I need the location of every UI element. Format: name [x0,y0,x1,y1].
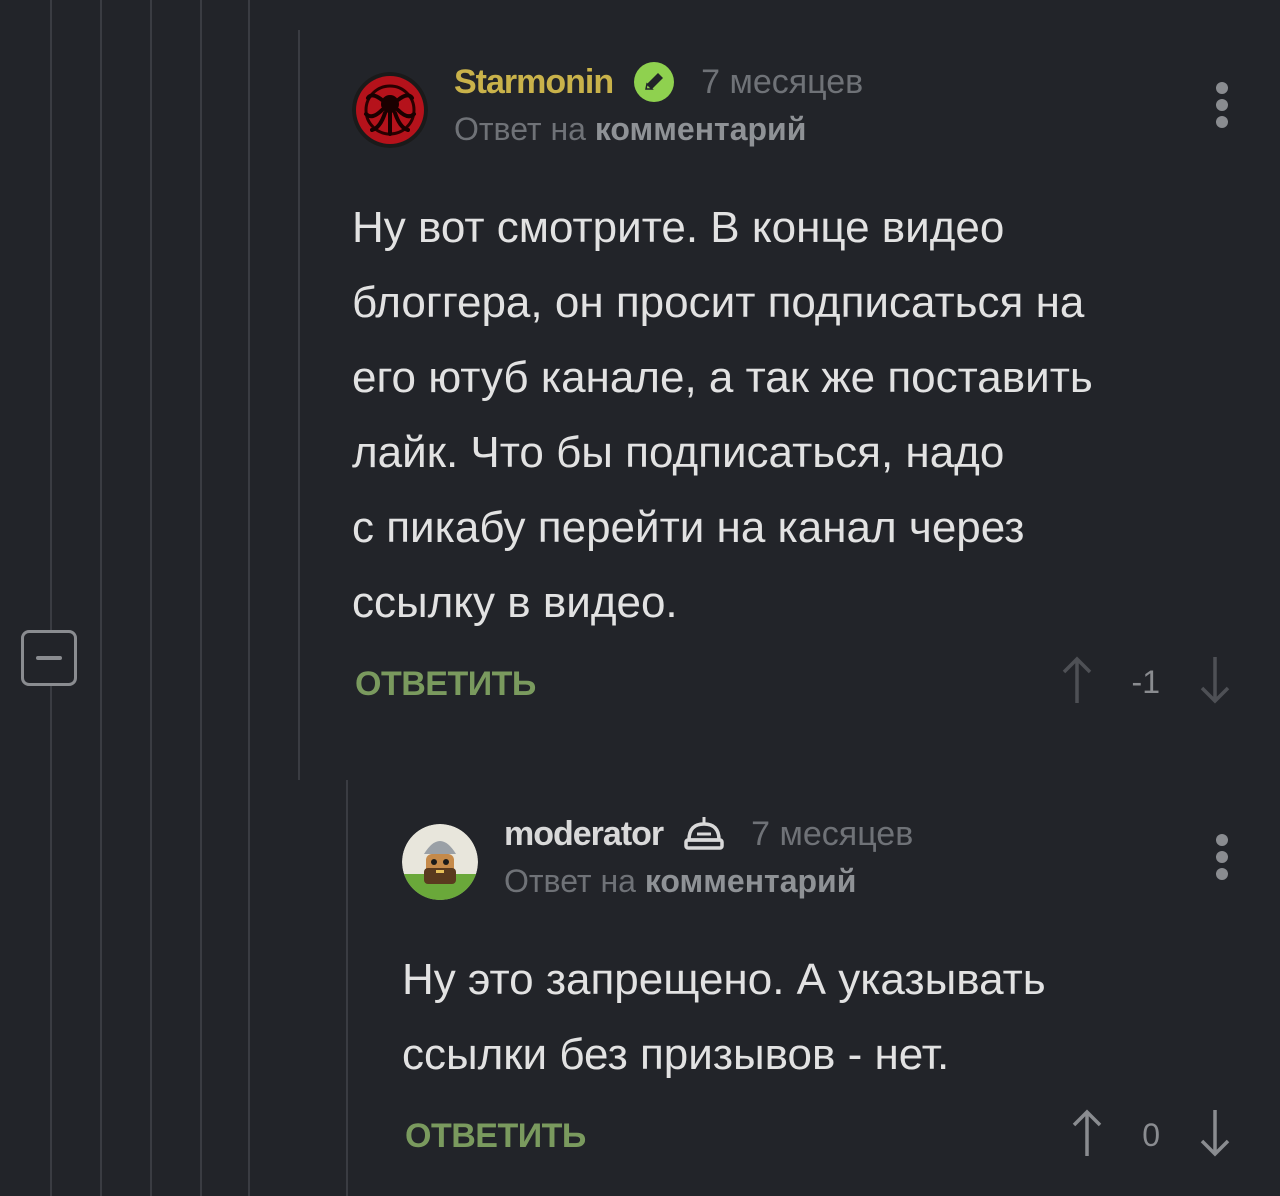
more-options-icon[interactable] [1216,82,1230,133]
minus-icon [36,656,62,660]
vote-score: -1 [1131,664,1160,700]
thread-line [150,0,152,1196]
reply-to-link[interactable]: комментарий [595,111,807,147]
downvote-icon[interactable] [1198,1108,1232,1163]
avatar[interactable] [402,824,478,900]
reply-to: Ответ на комментарий [454,104,863,154]
downvote-icon[interactable] [1198,655,1232,710]
comment-line: Ну вот смотрите. В конце видео [352,203,1005,252]
comment-line: Ну это запрещено. А указывать [402,955,1046,1004]
reply-to-prefix: Ответ на [504,863,636,899]
comment-line: его ютуб канале, а так же поставить [352,353,1093,402]
username[interactable]: Starmonin [454,63,614,102]
verified-check-icon [633,61,675,103]
reply-button[interactable]: ОТВЕТИТЬ [355,665,536,704]
avatar[interactable] [352,72,428,148]
thread-line [298,30,300,780]
thread-line [248,0,250,1196]
reply-button[interactable]: ОТВЕТИТЬ [405,1117,586,1156]
comment-line: ссылку в видео. [352,578,678,627]
timestamp: 7 месяцев [751,814,914,853]
username[interactable]: moderator [504,815,664,854]
thread-line [50,0,52,1196]
reply-to: Ответ на комментарий [504,856,913,906]
comment-line: с пикабу перейти на канал через [352,503,1025,552]
comment-body: Ну это запрещено. А указывать ссылки без… [402,942,1222,1092]
upvote-icon[interactable] [1060,655,1094,710]
vote-widget: 0 [1070,1108,1232,1163]
reply-to-prefix: Ответ на [454,111,586,147]
vote-score: 0 [1142,1117,1160,1153]
comment-line: блоггера, он просит подписаться на [352,278,1085,327]
thread-line [346,780,348,1196]
comment-line: лайк. Что бы подписаться, надо [352,428,1005,477]
thread-line [100,0,102,1196]
collapse-thread-button[interactable] [21,630,77,686]
comment-line: ссылки без призывов - нет. [402,1030,950,1079]
timestamp: 7 месяцев [701,62,864,101]
moderator-helmet-icon [683,814,725,854]
vote-widget: -1 [1060,655,1232,710]
upvote-icon[interactable] [1070,1108,1104,1163]
thread-line [200,0,202,1196]
comment-body: Ну вот смотрите. В конце видео блоггера,… [352,190,1232,640]
more-options-icon[interactable] [1216,834,1230,885]
reply-to-link[interactable]: комментарий [645,863,857,899]
